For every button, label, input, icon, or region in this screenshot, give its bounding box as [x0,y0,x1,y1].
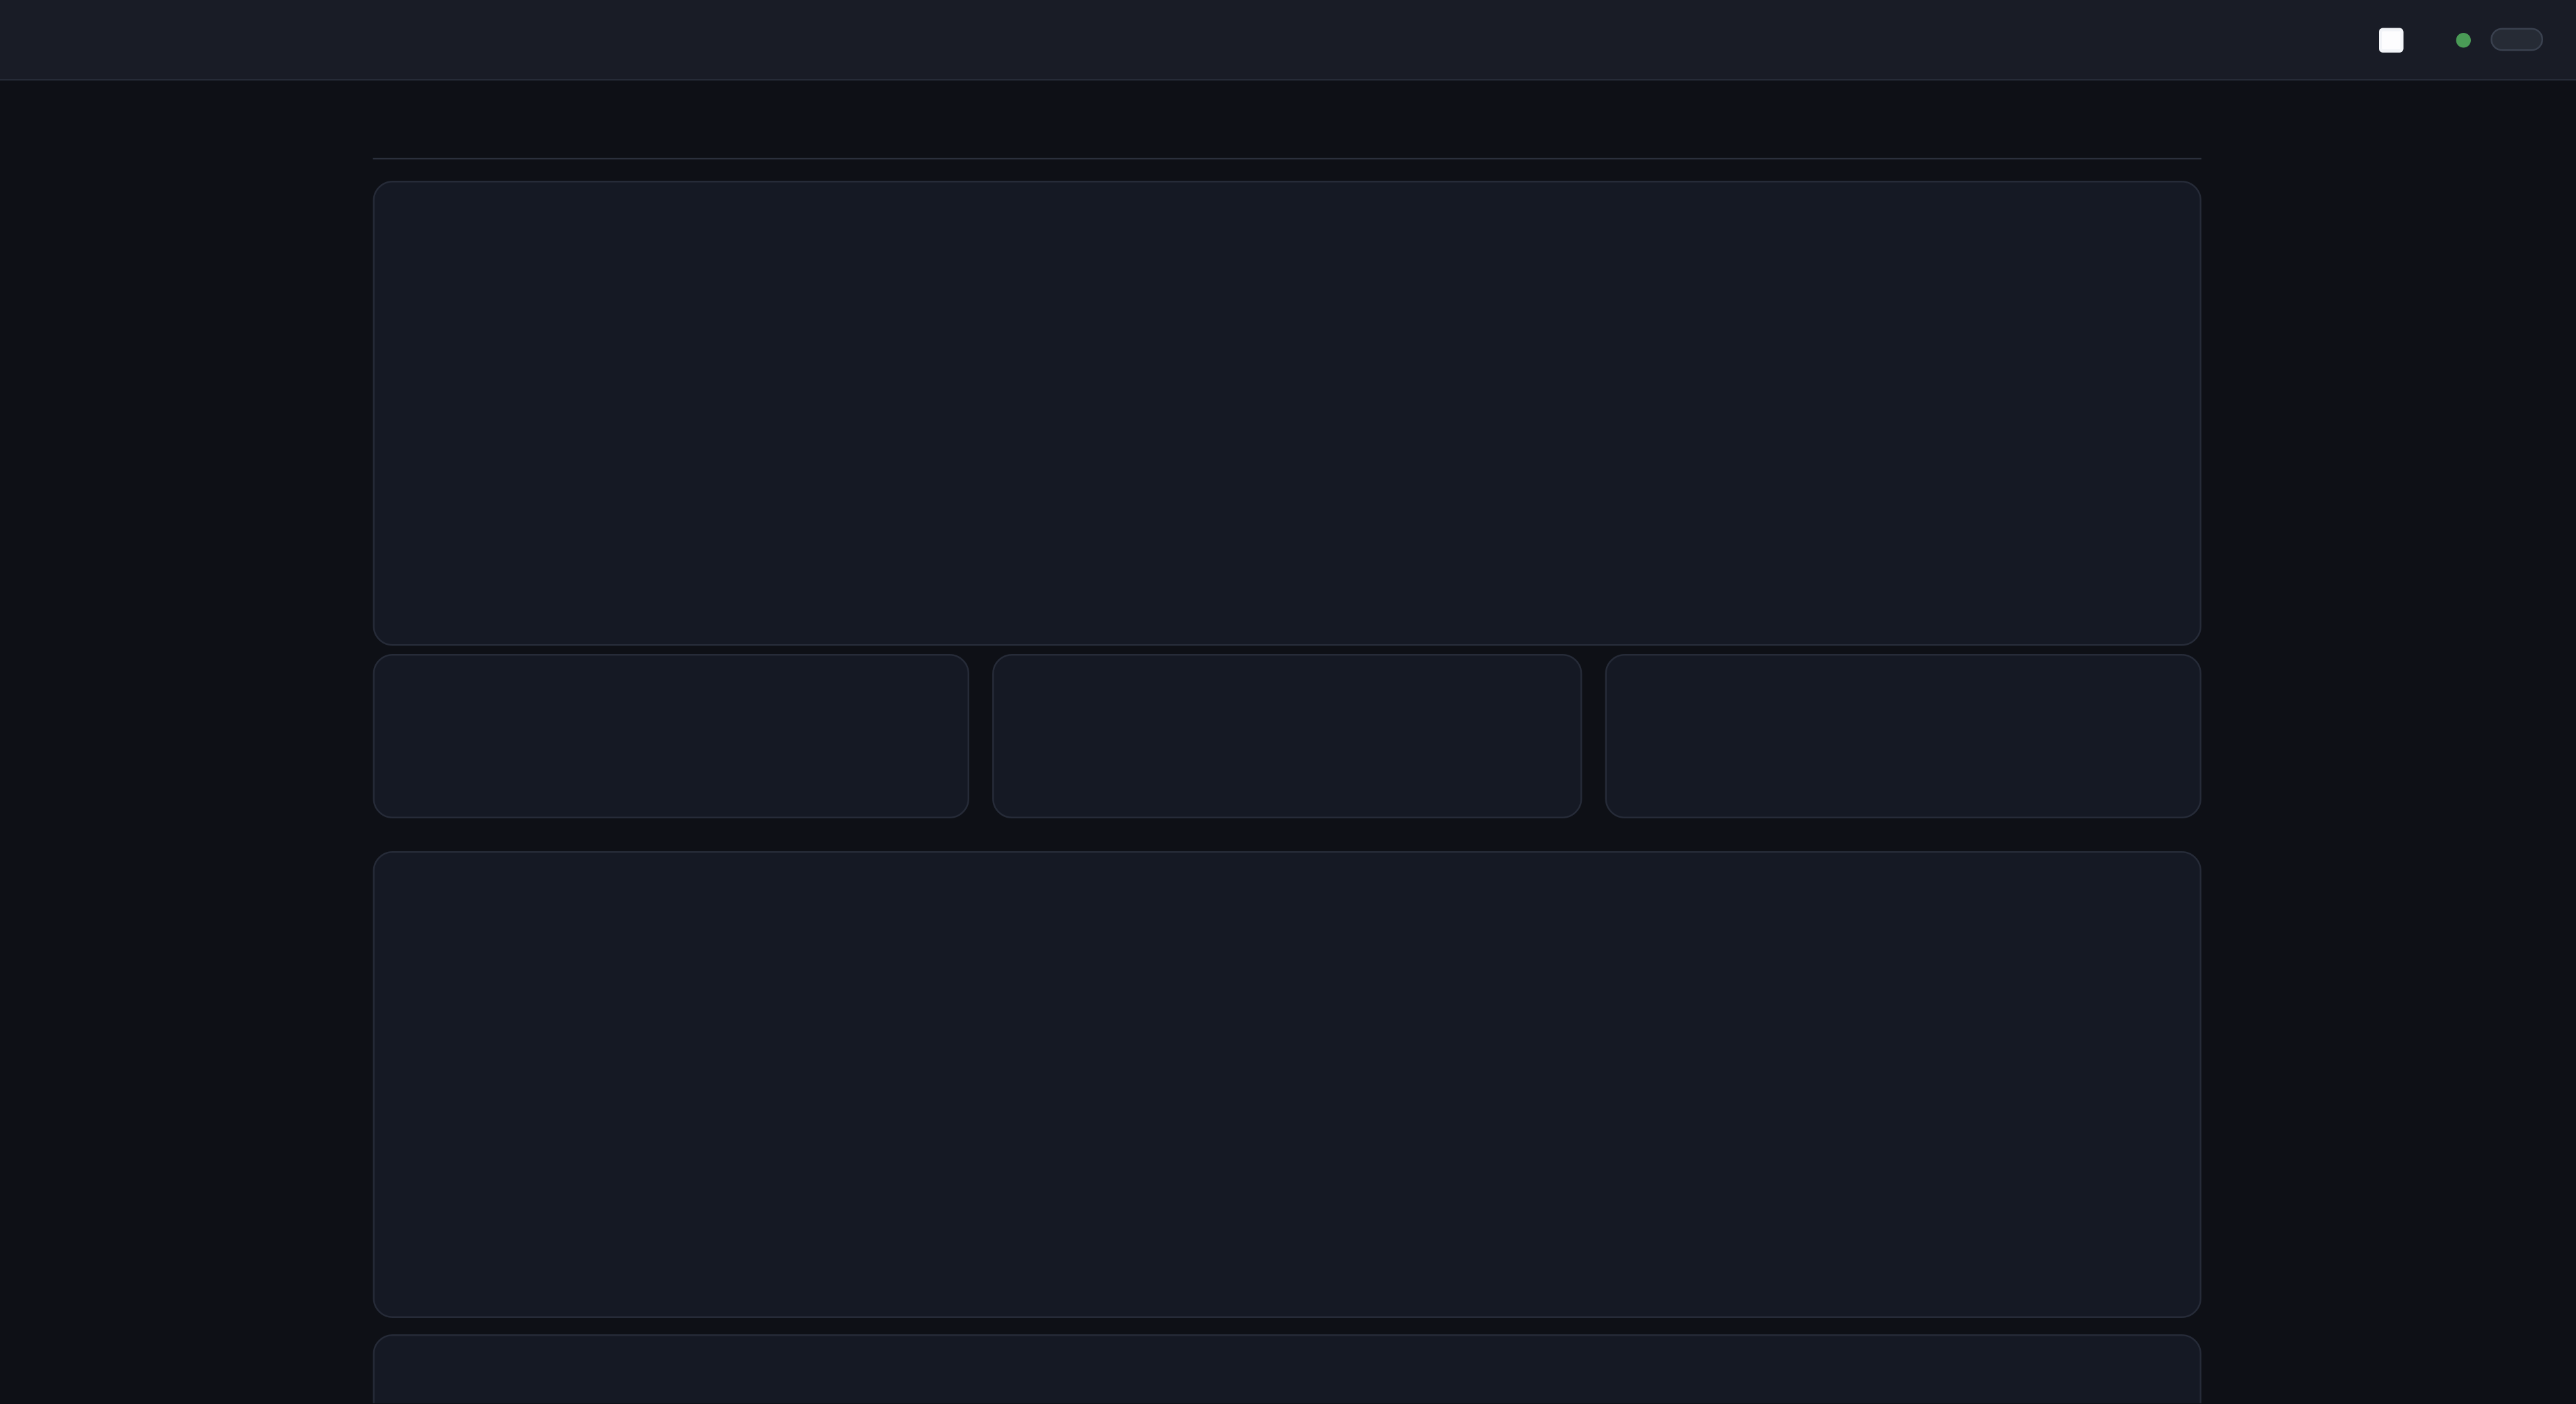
stat-card-ai-contributions [373,654,970,818]
app-window [0,0,2576,1404]
status-dot [2456,32,2472,47]
include-localhost-checkbox[interactable] [2379,27,2404,52]
ci-pass-rates-card [373,1334,2202,1404]
section-divider [373,158,2202,160]
stat-card-total-contributors [1605,654,2202,818]
header-actions [2379,27,2543,52]
top-header [0,0,2576,81]
weekly-activity-card [373,181,2202,646]
ai-vs-human-area-chart [375,955,2203,1317]
stat-card-human-contributions [992,654,1582,818]
ai-vs-human-card [373,851,2202,1318]
weekly-activity-bar-chart [375,281,2203,648]
refresh-button[interactable] [2491,28,2543,51]
